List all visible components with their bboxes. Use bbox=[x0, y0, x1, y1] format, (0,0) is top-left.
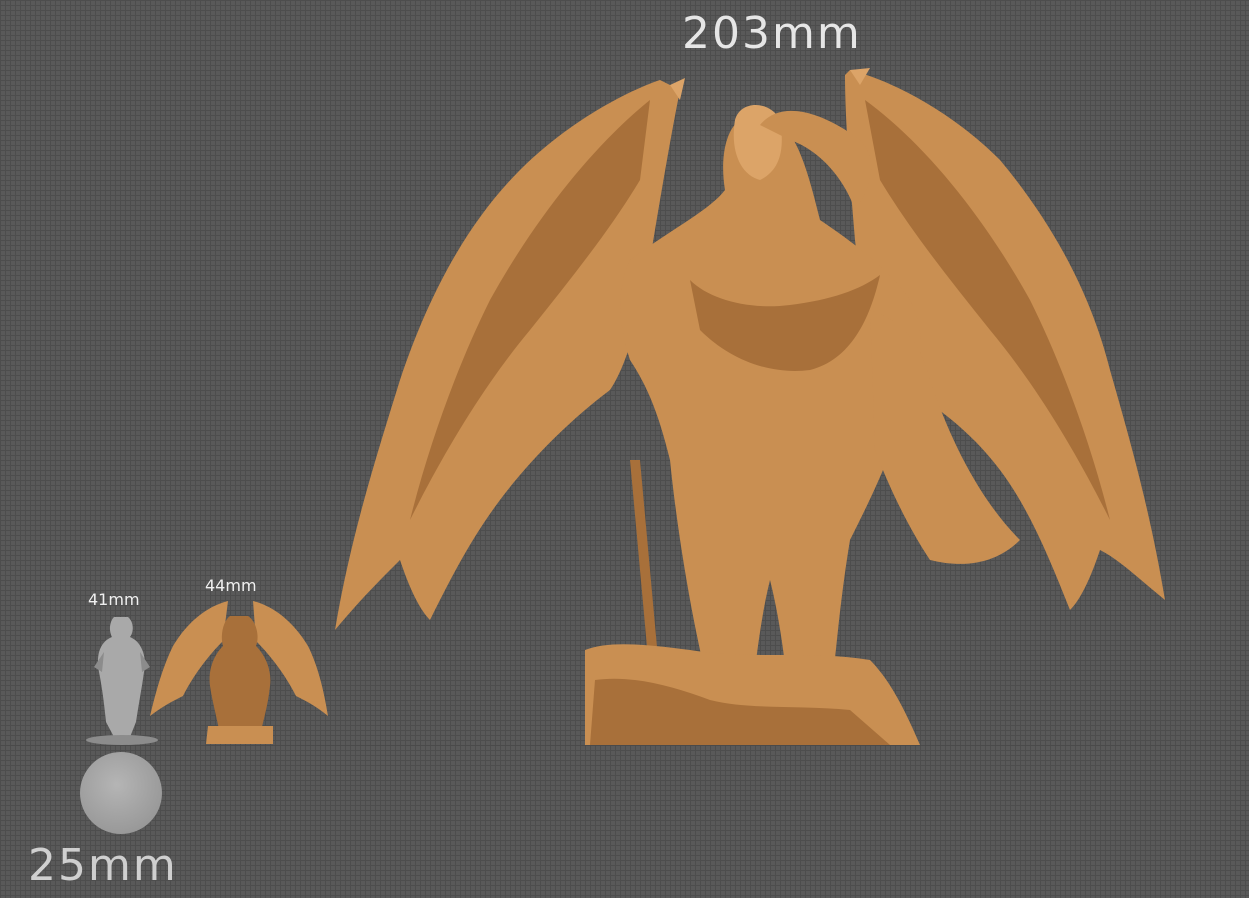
large-figure-size-label: 203mm bbox=[682, 8, 862, 59]
grey-figure-size-label: 41mm bbox=[88, 590, 140, 609]
small-angel-figure bbox=[150, 601, 328, 744]
small-figure-size-label: 44mm bbox=[205, 576, 257, 595]
base-size-label: 25mm bbox=[28, 840, 178, 891]
large-angel-figure bbox=[335, 68, 1165, 745]
base-25mm-disc bbox=[80, 752, 162, 834]
